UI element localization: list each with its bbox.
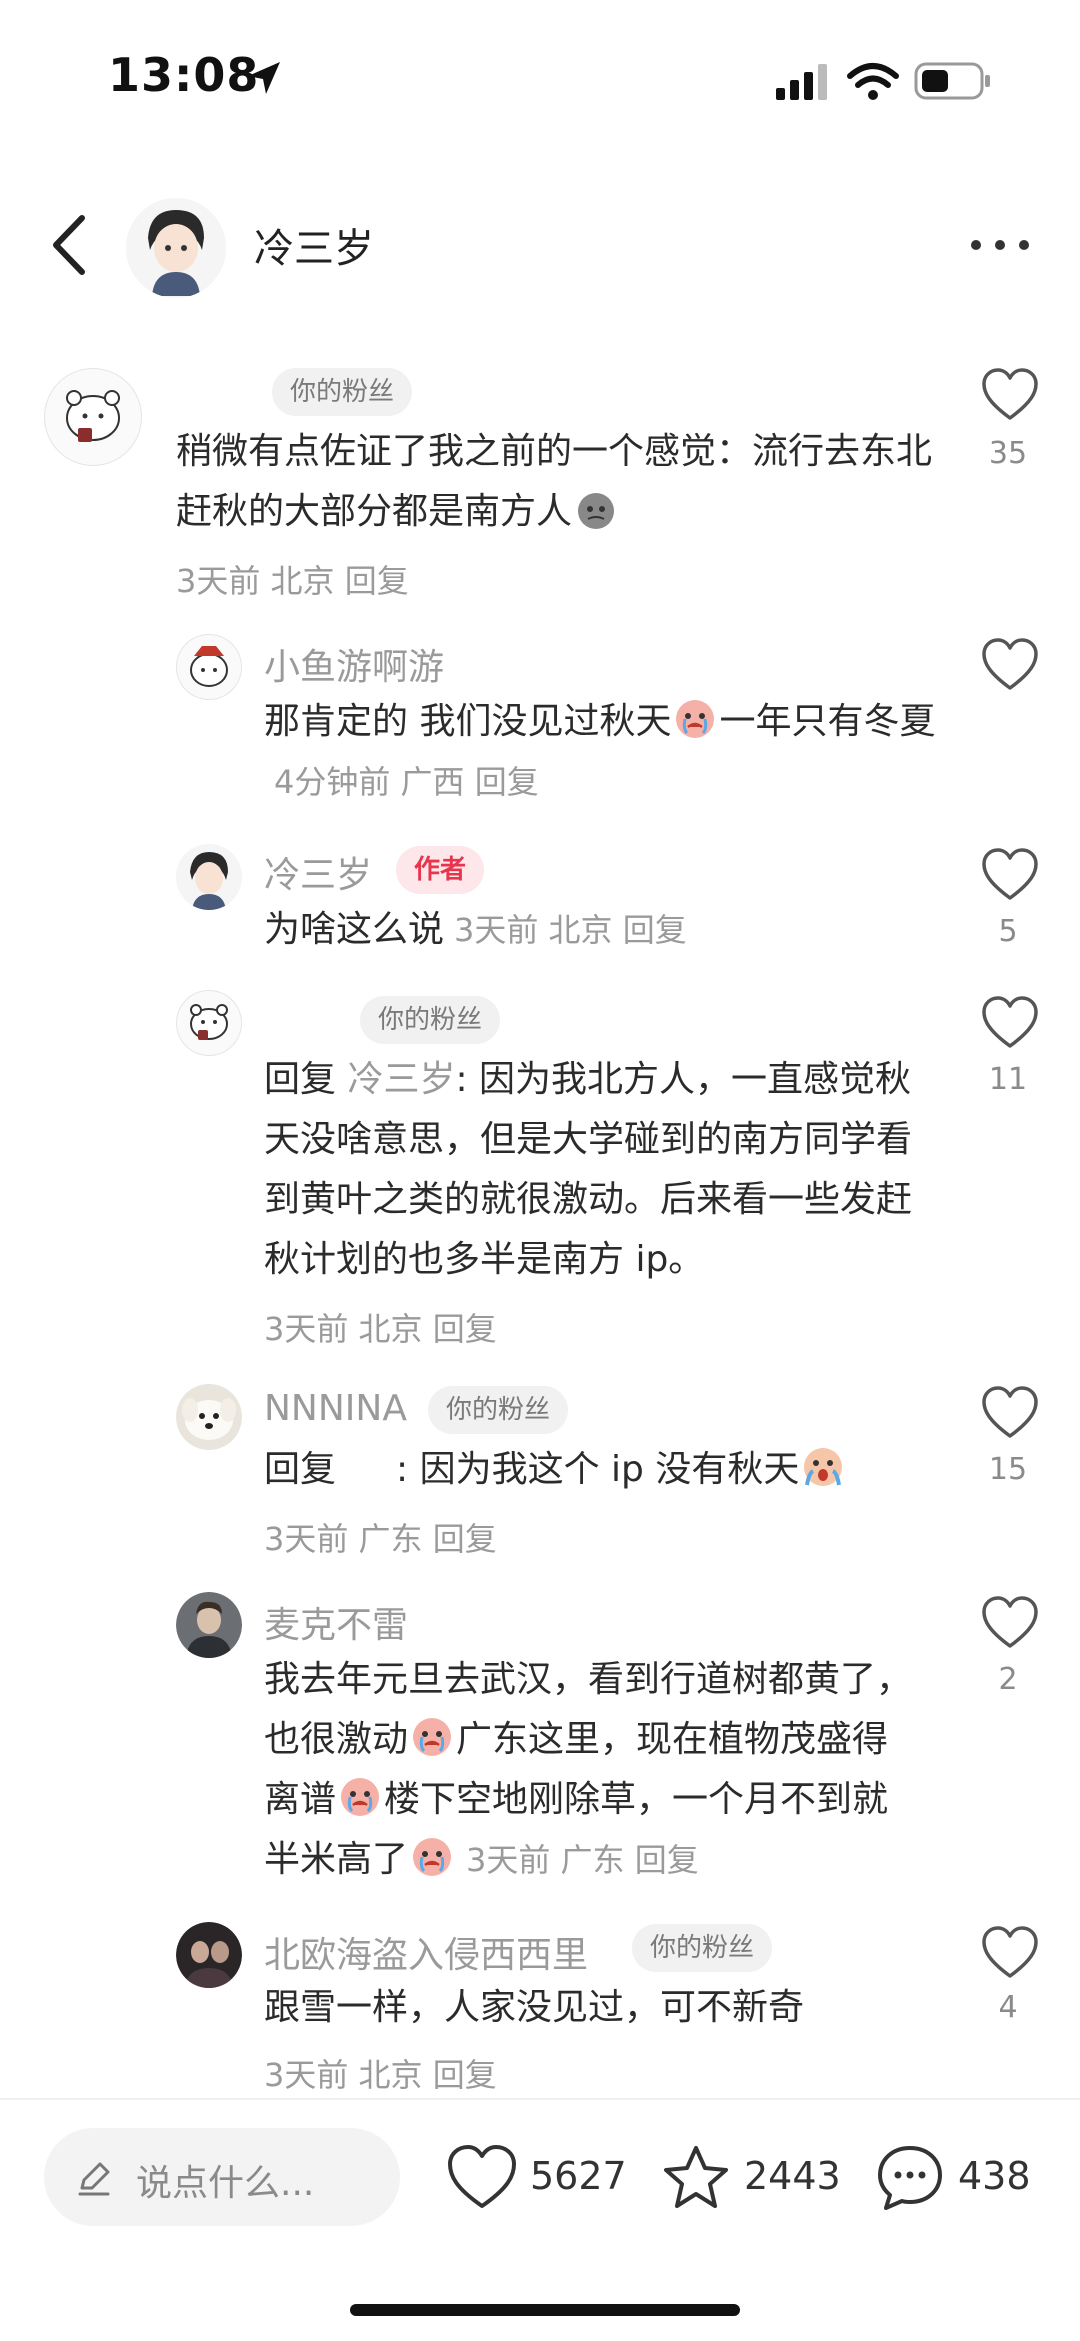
nav-bar: 冷三岁 (0, 190, 1080, 300)
commenter-avatar[interactable] (176, 844, 242, 910)
fan-badge: 你的粉丝 (360, 996, 501, 1044)
author-avatar[interactable] (126, 198, 226, 298)
heart-icon[interactable] (980, 1384, 1040, 1440)
comment-button[interactable]: 438 (874, 2134, 1054, 2224)
heart-icon[interactable] (980, 846, 1040, 902)
commenter-avatar[interactable] (176, 1384, 242, 1450)
commenter-name[interactable]: 小鱼游啊游 (264, 638, 444, 690)
comment-text: 为啥这么说 3天前 北京 回复 (264, 909, 687, 950)
commenter-avatar[interactable] (44, 368, 142, 466)
pencil-icon (78, 2162, 110, 2196)
heart-icon (448, 2145, 516, 2208)
cellular-signal-icon (776, 64, 827, 100)
commenter-name[interactable]: 北欧海盗入侵西西里 (264, 1926, 588, 1978)
like-count: 11 (988, 1062, 1028, 1097)
heart-icon[interactable] (980, 994, 1040, 1050)
comment-text: 回复: 因为我这个 ip 没有秋天 (264, 1440, 944, 1500)
like-count: 35 (988, 436, 1028, 471)
like-count-total: 5627 (530, 2154, 627, 2198)
status-bar: 13:08 (0, 0, 1080, 150)
more-options-icon[interactable] (968, 230, 1032, 260)
comment-bubble-icon (878, 2146, 942, 2210)
commenter-name[interactable]: 冷三岁 (264, 846, 372, 898)
crying-emoji-icon (413, 1838, 452, 1876)
status-time: 13:08 (108, 48, 260, 102)
commenter-avatar[interactable] (176, 634, 242, 700)
comment-text: 那肯定的 我们没见过秋天 一年只有冬夏4分钟前 广西 回复 (264, 692, 944, 812)
comment-meta[interactable]: 3天前 北京 回复 (264, 2050, 497, 2096)
back-arrow-icon[interactable] (44, 210, 94, 280)
favorite-button[interactable]: 2443 (660, 2134, 850, 2224)
heart-icon[interactable] (980, 636, 1040, 692)
comment-meta[interactable]: 3天前 广东 回复 (264, 1514, 497, 1560)
heart-icon[interactable] (980, 1594, 1040, 1650)
heart-icon[interactable] (980, 366, 1040, 422)
comment-meta[interactable]: 3天前 北京 回复 (264, 1304, 497, 1350)
fan-badge: 你的粉丝 (632, 1924, 773, 1972)
like-button[interactable]: 5627 (446, 2134, 636, 2224)
wifi-icon (847, 63, 899, 100)
comment-meta[interactable]: 3天前 北京 回复 (176, 556, 409, 602)
comment-count: 438 (958, 2154, 1031, 2198)
crying-emoji-icon (676, 700, 715, 738)
comment-input[interactable]: 说点什么... (44, 2128, 400, 2226)
comment-text: 跟雪一样，人家没见过，可不新奇 (264, 1987, 805, 2028)
bottom-bar-divider (0, 2098, 1080, 2100)
commenter-avatar[interactable] (176, 1592, 242, 1658)
heart-icon[interactable] (980, 1924, 1040, 1980)
home-indicator[interactable] (350, 2304, 740, 2316)
battery-icon (914, 62, 990, 100)
crying-emoji-icon (413, 1718, 452, 1756)
comment-text: 我去年元旦去武汉，看到行道树都黄了，也很激动 广东这里，现在植物茂盛得离谱 楼下空地… (264, 1659, 913, 1880)
like-count: 2 (998, 1662, 1018, 1697)
like-count: 4 (998, 1990, 1018, 2025)
crying-emoji-icon (341, 1778, 380, 1816)
commenter-avatar[interactable] (176, 990, 242, 1056)
author-badge: 作者 (396, 846, 485, 894)
location-arrow-icon (248, 62, 280, 94)
shocked-emoji-icon (804, 1448, 843, 1486)
fan-badge: 你的粉丝 (428, 1386, 569, 1434)
favorite-count: 2443 (744, 2154, 841, 2198)
star-icon (664, 2146, 728, 2208)
commenter-avatar[interactable] (176, 1922, 242, 1988)
commenter-name[interactable]: NNNINA (264, 1388, 407, 1429)
like-count: 15 (988, 1452, 1028, 1487)
commenter-name[interactable]: 麦克不雷 (264, 1596, 408, 1648)
nav-title[interactable]: 冷三岁 (254, 216, 374, 274)
comment-input-placeholder: 说点什么... (136, 2163, 315, 2204)
emoji-icon (578, 493, 615, 529)
like-count: 5 (998, 914, 1018, 949)
fan-badge: 你的粉丝 (272, 368, 413, 416)
comment-text: 稍微有点佐证了我之前的一个感觉：流行去东北赶秋的大部分都是南方人 (176, 431, 933, 532)
comment-text: 回复 冷三岁: 因为我北方人，一直感觉秋天没啥意思，但是大学碰到的南方同学看到黄… (264, 1059, 913, 1280)
